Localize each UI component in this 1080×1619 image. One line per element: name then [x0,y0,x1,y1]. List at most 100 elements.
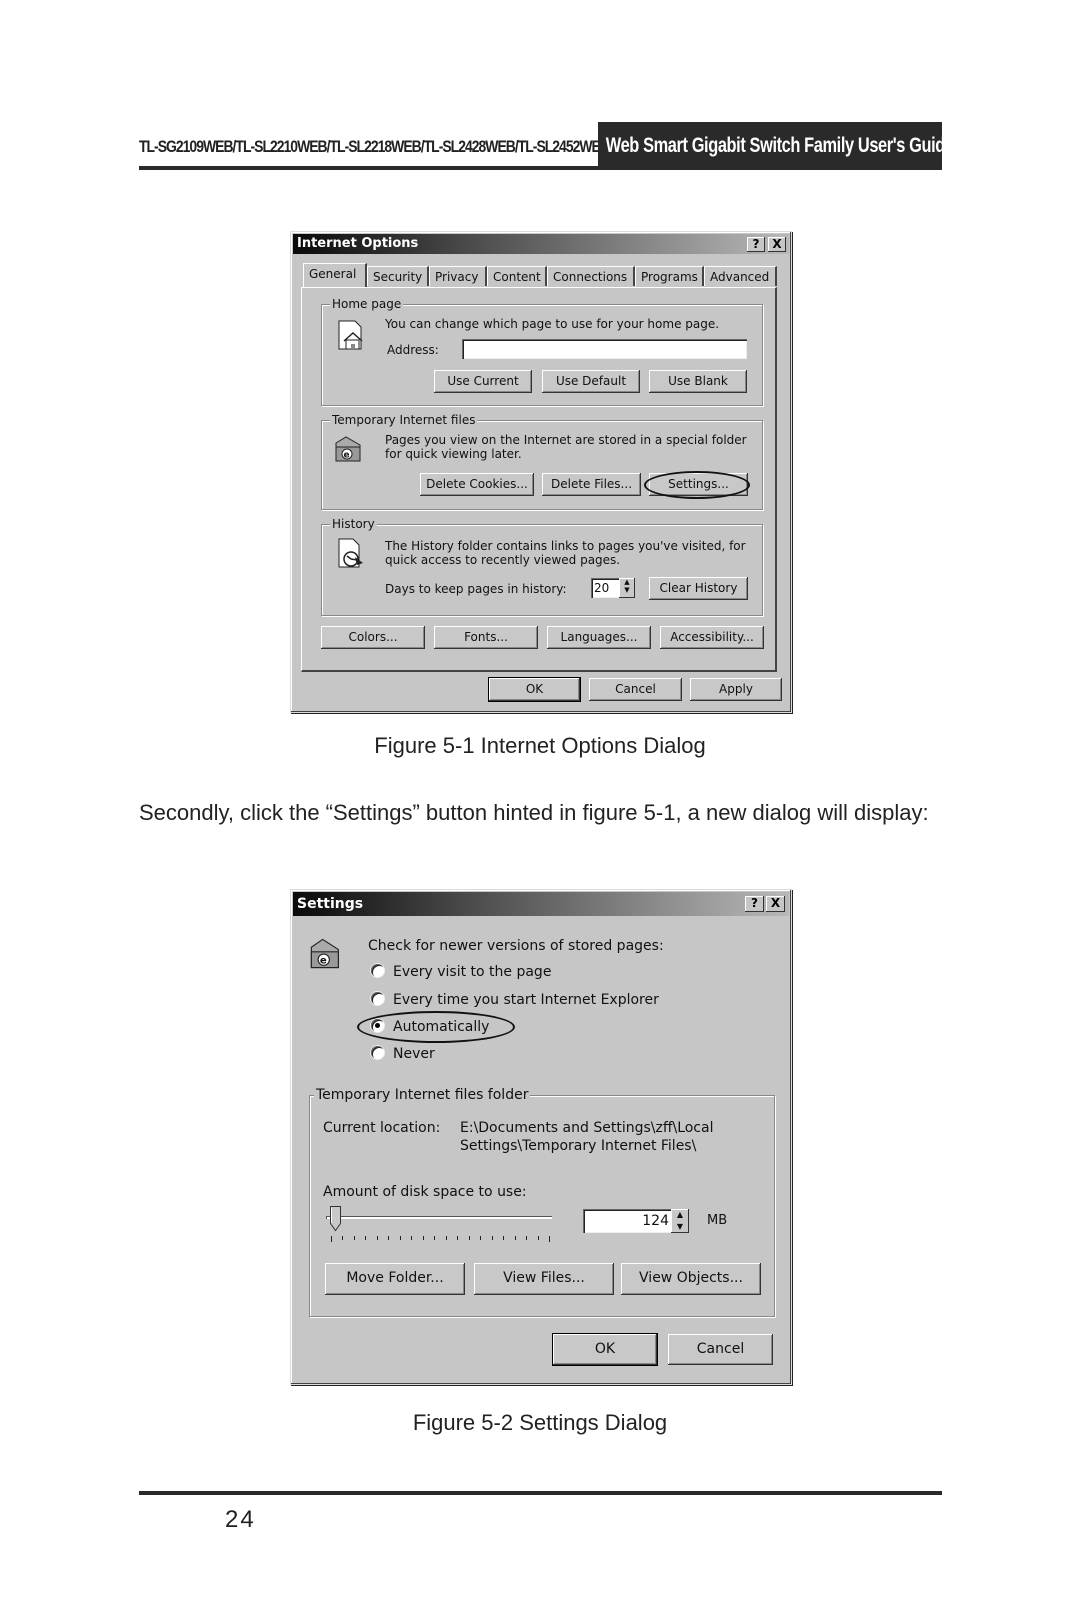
slider-tick [331,1236,332,1242]
slider-tick [537,1236,539,1240]
history-description-1: The History folder contains links to pag… [385,539,746,553]
clear-history-button[interactable]: Clear History [649,577,748,600]
tab-general[interactable]: General [303,263,367,287]
accessibility-button[interactable]: Accessibility... [660,626,764,649]
help-icon[interactable]: ? [745,896,764,912]
home-page-label: Home page [330,296,404,312]
slider-tick [399,1236,401,1240]
title-bar: Internet Options ? X [293,234,789,254]
days-label: Days to keep pages in history: [385,582,567,596]
days-input[interactable]: 20 [591,578,621,598]
cancel-button[interactable]: Cancel [589,678,682,701]
temp-files-description-2: for quick viewing later. [385,447,522,461]
temp-folder-label: Temporary Internet files folder [314,1087,531,1103]
use-blank-button[interactable]: Use Blank [649,370,747,393]
history-label: History [330,516,377,532]
slider-ticks [331,1236,550,1242]
tab-privacy[interactable]: Privacy [429,266,487,286]
check-newer-label: Check for newer versions of stored pages… [368,938,664,954]
figure-5-1-caption: Figure 5-1 Internet Options Dialog [374,733,706,758]
radio-selected-dot [375,1023,380,1028]
history-group: History The History folder contains link… [321,516,763,616]
ok-button[interactable]: OK [552,1333,658,1366]
tab-content[interactable]: Content [487,266,547,286]
ok-button[interactable]: OK [488,677,581,702]
slider-tick [468,1236,470,1240]
figure-5-2-caption: Figure 5-2 Settings Dialog [412,1410,668,1435]
slider-tick [411,1236,413,1240]
option-every-visit[interactable]: Every visit to the page [393,964,551,980]
option-never[interactable]: Never [393,1046,435,1062]
close-icon[interactable]: X [766,896,785,912]
days-spinner[interactable]: ▲ ▼ [619,578,635,598]
title-bar: Settings ? X [293,892,789,916]
dialog-title: Settings [297,896,364,912]
slider-tick [365,1236,367,1240]
guide-title-text: Web Smart Gigabit Switch Family User's G… [605,134,942,157]
temp-folder-group: Temporary Internet files folder Current … [309,1087,775,1317]
tab-advanced[interactable]: Advanced [704,266,777,286]
disk-space-slider-track[interactable] [326,1216,552,1219]
internet-options-dialog: Internet Options ? X General Security Pr… [290,231,792,713]
delete-cookies-button[interactable]: Delete Cookies... [420,473,534,496]
disk-space-slider-thumb[interactable] [330,1206,342,1232]
temp-files-description-1: Pages you view on the Internet are store… [385,433,747,447]
ie-folder-icon: e [335,436,361,462]
move-folder-button[interactable]: Move Folder... [325,1263,465,1295]
slider-tick [491,1236,493,1240]
settings-dialog: Settings ? X e Check for newer versions … [290,889,792,1385]
colors-button[interactable]: Colors... [321,626,425,649]
slider-tick [457,1236,459,1240]
view-files-button[interactable]: View Files... [474,1263,614,1295]
ie-folder-icon: e [310,938,339,969]
radio-every-visit[interactable] [371,964,384,977]
slider-tick [342,1236,344,1240]
home-page-description: You can change which page to use for you… [385,317,720,331]
radio-never[interactable] [371,1046,384,1059]
history-clock-icon [338,538,363,568]
slider-tick [434,1236,436,1240]
address-input[interactable] [462,339,747,359]
slider-tick [480,1236,482,1240]
slider-tick [422,1236,424,1240]
close-icon[interactable]: X [768,237,786,252]
settings-button[interactable]: Settings... [649,473,748,496]
disk-space-spinner[interactable]: ▲ ▼ [671,1209,689,1233]
disk-unit-label: MB [707,1213,728,1228]
view-objects-button[interactable]: View Objects... [621,1263,761,1295]
body-paragraph: Secondly, click the “Settings” button hi… [139,800,929,825]
slider-tick [388,1236,390,1240]
help-icon[interactable]: ? [747,237,765,252]
disk-space-input[interactable]: 124 [583,1209,675,1233]
dialog-title: Internet Options [297,236,419,251]
home-page-group: Home page You can change which page to u… [321,296,763,406]
languages-button[interactable]: Languages... [547,626,651,649]
slider-tick [549,1236,550,1242]
slider-tick [353,1236,355,1240]
slider-tick [514,1236,516,1240]
radio-every-start[interactable] [371,992,384,1005]
history-description-2: quick access to recently viewed pages. [385,553,621,567]
delete-files-button[interactable]: Delete Files... [542,473,641,496]
header-guide-title: Web Smart Gigabit Switch Family User's G… [598,122,942,169]
fonts-button[interactable]: Fonts... [434,626,538,649]
tab-connections[interactable]: Connections [547,266,635,286]
option-every-start[interactable]: Every time you start Internet Explorer [393,992,659,1008]
apply-button[interactable]: Apply [690,678,782,701]
header-rule [139,166,942,170]
use-default-button[interactable]: Use Default [542,370,640,393]
use-current-button[interactable]: Use Current [434,370,532,393]
svg-text:e: e [320,956,327,967]
slider-tick [526,1236,528,1240]
cancel-button[interactable]: Cancel [668,1334,773,1365]
tab-programs[interactable]: Programs [635,266,704,286]
svg-text:e: e [344,451,350,461]
temp-files-label: Temporary Internet files [330,412,478,428]
home-page-icon [338,320,363,350]
slider-tick [503,1236,505,1240]
radio-automatically[interactable] [371,1019,384,1032]
option-automatically[interactable]: Automatically [393,1019,489,1035]
slider-tick [376,1236,378,1240]
footer-rule [139,1491,942,1495]
tab-security[interactable]: Security [367,266,429,286]
